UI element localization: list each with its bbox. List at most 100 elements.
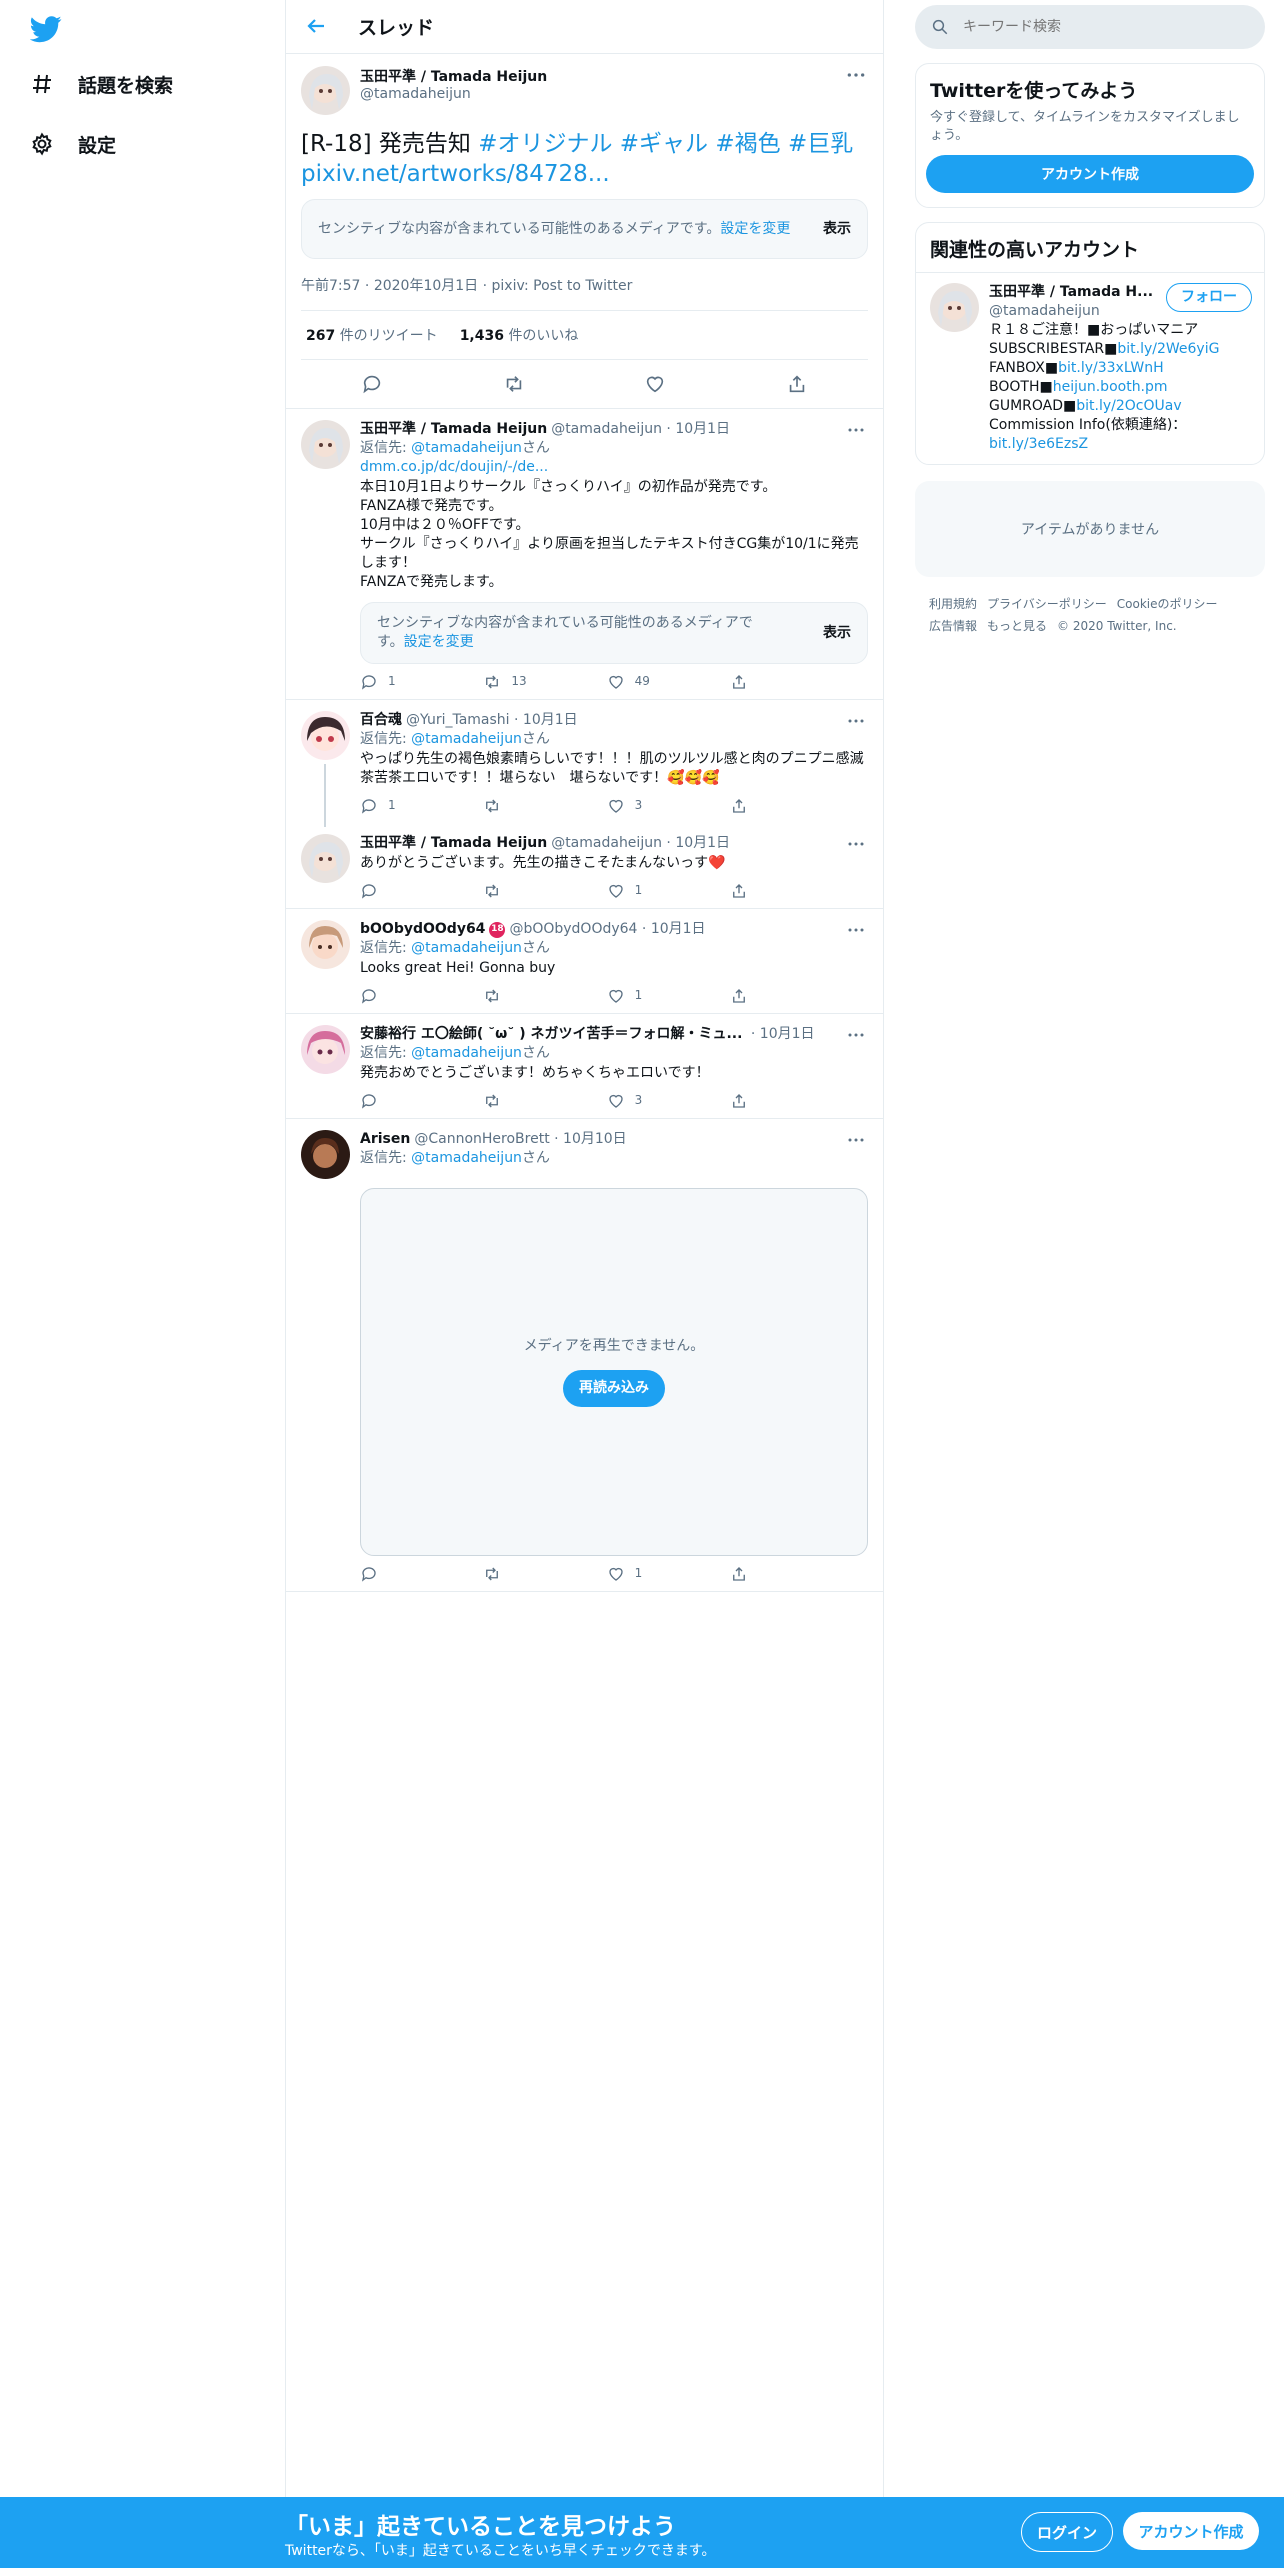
author-name[interactable]: 玉田平準 / Tamada Heijun — [360, 420, 547, 439]
back-arrow-icon[interactable] — [304, 14, 330, 40]
tweet-date[interactable]: 10月1日 — [675, 834, 730, 853]
reply-to-link[interactable]: @tamadaheijun — [411, 1045, 522, 1061]
search-box[interactable] — [915, 5, 1265, 49]
more-icon[interactable] — [844, 1026, 868, 1044]
nav-explore[interactable]: 話題を検索 — [28, 70, 173, 98]
share-icon[interactable] — [786, 373, 808, 395]
login-button[interactable]: ログイン — [1021, 2512, 1113, 2552]
author-name[interactable]: 百合魂 — [360, 711, 402, 730]
related-handle[interactable]: @tamadaheijun — [989, 302, 1166, 321]
tweet-date[interactable]: 10月1日 — [523, 711, 578, 730]
share-button[interactable] — [730, 796, 790, 815]
reply-button[interactable] — [360, 1564, 420, 1583]
tweet-date[interactable]: 10月1日 — [675, 420, 730, 439]
avatar[interactable] — [301, 834, 350, 883]
show-media-button[interactable]: 表示 — [803, 220, 851, 239]
reply-tweet[interactable]: 玉田平準 / Tamada Heijun @tamadaheijun · 10月… — [286, 409, 883, 700]
reply-button[interactable]: 1 — [360, 672, 420, 691]
footer-link[interactable]: もっと見る — [987, 619, 1047, 633]
author-name[interactable]: 安藤裕行 エ〇絵師( ˘ω˘ ) ネガツイ苦手＝フォロ解・ミュ... — [360, 1025, 742, 1044]
reply-tweet[interactable]: 安藤裕行 エ〇絵師( ˘ω˘ ) ネガツイ苦手＝フォロ解・ミュ... · 10月… — [286, 1014, 883, 1119]
like-button[interactable]: 3 — [607, 796, 667, 815]
retweet-button[interactable]: 13 — [483, 672, 543, 691]
reply-button[interactable] — [360, 986, 420, 1005]
avatar[interactable] — [301, 66, 350, 115]
avatar[interactable] — [301, 1025, 350, 1074]
bio-link[interactable]: heijun.booth.pm — [1053, 379, 1168, 395]
more-icon[interactable] — [844, 835, 868, 853]
show-media-button[interactable]: 表示 — [803, 624, 851, 643]
reply-to-link[interactable]: @tamadaheijun — [411, 731, 522, 747]
author-handle[interactable]: @tamadaheijun — [360, 86, 547, 102]
like-button[interactable]: 49 — [607, 672, 667, 691]
reply-button[interactable] — [360, 1091, 420, 1110]
related-account[interactable]: 玉田平準 / Tamada H... @tamadaheijun フォロー Ｒ１… — [916, 272, 1264, 464]
tweet-link[interactable]: dmm.co.jp/dc/doujin/-/de... — [360, 459, 548, 475]
bio-link[interactable]: bit.ly/2OcOUav — [1076, 398, 1181, 414]
retweet-button[interactable] — [483, 1564, 543, 1583]
tweet-date[interactable]: 10月10日 — [563, 1130, 627, 1149]
author-name[interactable]: Arisen — [360, 1130, 410, 1149]
tweet-date[interactable]: 10月1日 — [651, 920, 706, 939]
share-button[interactable] — [730, 1564, 790, 1583]
like-icon[interactable] — [644, 373, 666, 395]
nav-settings[interactable]: 設定 — [28, 130, 116, 158]
share-button[interactable] — [730, 672, 790, 691]
author-handle[interactable]: @CannonHeroBrett — [414, 1130, 549, 1149]
author-name[interactable]: bOObydOOdy64 — [360, 920, 485, 939]
tweet-time[interactable]: 午前7:57 — [301, 278, 360, 294]
share-button[interactable] — [730, 1091, 790, 1110]
reload-button[interactable]: 再読み込み — [563, 1370, 665, 1407]
reply-tweet[interactable]: Arisen @CannonHeroBrett · 10月10日 返信先: @t… — [286, 1119, 883, 1592]
footer-link[interactable]: プライバシーポリシー — [987, 597, 1107, 611]
like-button[interactable]: 1 — [607, 986, 667, 1005]
more-icon[interactable] — [844, 921, 868, 939]
like-count[interactable]: 1,436 件のいいね — [460, 325, 579, 345]
tweet-link[interactable]: pixiv.net/artworks/84728... — [301, 161, 610, 187]
search-input[interactable] — [961, 18, 1225, 36]
tweet-date[interactable]: 2020年10月1日 — [374, 278, 478, 294]
hashtag-link[interactable]: #巨乳 — [788, 131, 853, 157]
author-name[interactable]: 玉田平準 / Tamada Heijun — [360, 834, 547, 853]
hashtag-link[interactable]: #ギャル — [620, 131, 708, 157]
retweet-button[interactable] — [483, 796, 543, 815]
related-name[interactable]: 玉田平準 / Tamada H... — [989, 283, 1166, 302]
bio-link[interactable]: bit.ly/33xLWnH — [1058, 360, 1163, 376]
tweet-date[interactable]: 10月1日 — [760, 1025, 815, 1044]
retweet-button[interactable] — [483, 986, 543, 1005]
reply-button[interactable]: 1 — [360, 796, 420, 815]
share-button[interactable] — [730, 881, 790, 900]
like-button[interactable]: 1 — [607, 881, 667, 900]
reply-to-link[interactable]: @tamadaheijun — [411, 440, 522, 456]
author-handle[interactable]: @Yuri_Tamashi — [406, 711, 510, 730]
share-button[interactable] — [730, 986, 790, 1005]
bio-link[interactable]: bit.ly/2We6yiG — [1117, 341, 1219, 357]
reply-to-link[interactable]: @tamadaheijun — [411, 940, 522, 956]
avatar[interactable] — [301, 920, 350, 969]
like-button[interactable]: 3 — [607, 1091, 667, 1110]
more-icon[interactable] — [844, 1131, 868, 1149]
retweet-count[interactable]: 267 件のリツイート — [306, 325, 438, 345]
avatar[interactable] — [301, 1130, 350, 1179]
footer-link[interactable]: 利用規約 — [929, 597, 977, 611]
hashtag-link[interactable]: #オリジナル — [478, 131, 612, 157]
change-settings-link[interactable]: 設定を変更 — [404, 634, 474, 650]
like-button[interactable]: 1 — [607, 1564, 667, 1583]
avatar[interactable] — [930, 283, 979, 332]
footer-link[interactable]: 広告情報 — [929, 619, 977, 633]
reply-button[interactable] — [360, 881, 420, 900]
author-handle[interactable]: @bOObydOOdy64 — [509, 920, 637, 939]
signup-button[interactable]: アカウント作成 — [1123, 2512, 1259, 2550]
more-icon[interactable] — [844, 712, 868, 730]
reply-icon[interactable] — [361, 373, 383, 395]
create-account-button[interactable]: アカウント作成 — [926, 155, 1254, 193]
change-settings-link[interactable]: 設定を変更 — [720, 221, 790, 237]
more-icon[interactable] — [844, 421, 868, 439]
bio-link[interactable]: bit.ly/3e6EzsZ — [989, 436, 1088, 452]
hashtag-link[interactable]: #褐色 — [715, 131, 780, 157]
author-handle[interactable]: @tamadaheijun — [551, 834, 662, 853]
reply-tweet[interactable]: 玉田平準 / Tamada Heijun @tamadaheijun · 10月… — [286, 823, 883, 909]
author-handle[interactable]: @tamadaheijun — [551, 420, 662, 439]
more-icon[interactable] — [844, 66, 868, 84]
follow-button[interactable]: フォロー — [1166, 283, 1252, 312]
